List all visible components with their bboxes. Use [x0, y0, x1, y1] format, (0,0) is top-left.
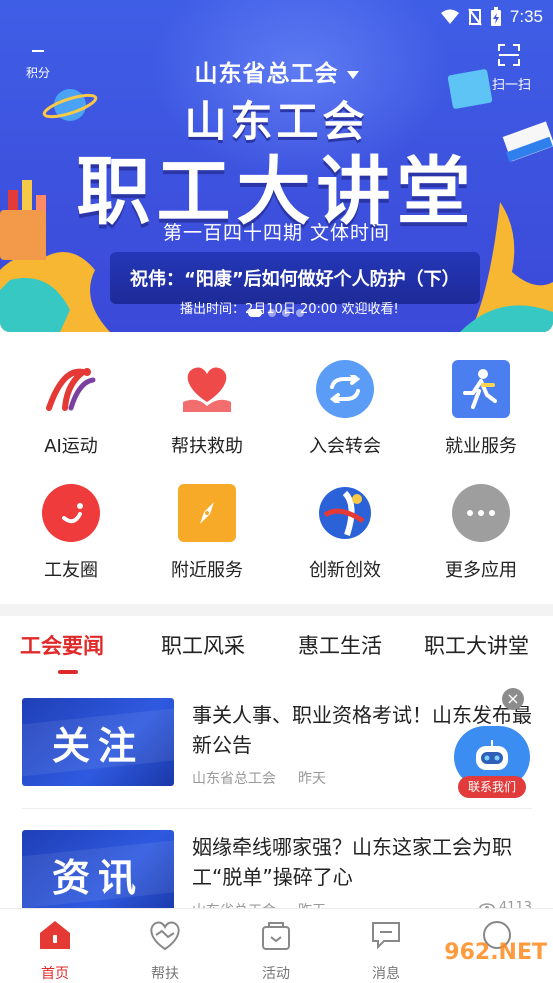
- active-tab-indicator: [58, 670, 78, 674]
- service-ai-sport[interactable]: AI运动: [2, 360, 140, 458]
- news-item[interactable]: 资讯 姻缘牵线哪家强？山东这家工会为职工“脱单”操碎了心 山东省总工会昨天 41…: [22, 830, 532, 920]
- service-nearby[interactable]: 附近服务: [138, 484, 276, 582]
- status-time: 7:35: [509, 7, 543, 26]
- news-thumbnail: 资讯: [22, 830, 174, 918]
- service-label: 创新创效: [309, 560, 381, 581]
- assistant-widget[interactable]: × 联系我们: [454, 688, 530, 810]
- caret-down-icon: [346, 70, 359, 79]
- section-divider: [0, 604, 553, 616]
- service-more[interactable]: 更多应用: [412, 484, 550, 582]
- carousel-dot[interactable]: [296, 309, 304, 317]
- wifi-icon: [440, 9, 459, 24]
- compass-icon: [178, 484, 236, 542]
- organization-name: 山东省总工会: [194, 61, 339, 87]
- tab-lecture-hall[interactable]: 职工大讲堂: [424, 630, 529, 660]
- status-bar: 7:35: [440, 4, 543, 30]
- service-label: 更多应用: [445, 560, 517, 581]
- service-membership[interactable]: 入会转会: [276, 360, 414, 458]
- contact-us-label: 联系我们: [458, 776, 526, 798]
- hero-banner[interactable]: 7:35 积分 扫一扫 山东省总工会 山东工会 职工大讲堂 第一百四十四期 文体…: [0, 0, 553, 332]
- carousel-indicator: [248, 309, 304, 317]
- service-label: 就业服务: [445, 436, 517, 457]
- news-title: 姻缘牵线哪家强？山东这家工会为职工“脱单”操碎了心: [192, 835, 512, 889]
- service-label: 帮扶救助: [171, 436, 243, 457]
- news-source: 山东省总工会: [192, 771, 276, 787]
- carousel-dot[interactable]: [248, 309, 262, 317]
- points-icon: [32, 50, 44, 52]
- nav-label: 活动: [262, 966, 290, 982]
- nav-label: 首页: [41, 966, 69, 982]
- carousel-dot[interactable]: [282, 309, 290, 317]
- nav-assistance[interactable]: 帮扶: [110, 917, 220, 983]
- service-label: 附近服务: [171, 560, 243, 581]
- nav-messages[interactable]: 消息: [331, 917, 441, 983]
- nav-home[interactable]: 首页: [0, 917, 110, 983]
- news-time: 昨天: [298, 771, 326, 787]
- activity-bag-icon: [262, 922, 290, 950]
- service-label: 入会转会: [309, 436, 381, 457]
- service-label: AI运动: [44, 436, 98, 457]
- site-watermark: 962.NET: [444, 940, 547, 965]
- tab-worker-style[interactable]: 职工风采: [161, 630, 245, 660]
- service-innovation[interactable]: 创新创效: [276, 484, 414, 582]
- service-assistance[interactable]: 帮扶救助: [138, 360, 276, 458]
- nav-activity[interactable]: 活动: [221, 917, 331, 983]
- thumbnail-text: 关注: [51, 723, 144, 768]
- tab-union-news[interactable]: 工会要闻: [20, 630, 104, 660]
- close-icon[interactable]: ×: [502, 688, 524, 710]
- news-tabs: 工会要闻 职工风采 惠工生活 职工大讲堂: [0, 630, 553, 676]
- banner-headline: 祝伟：“阳康”后如何做好个人防护（下）: [130, 269, 460, 290]
- tab-benefits-life[interactable]: 惠工生活: [298, 630, 382, 660]
- carousel-dot[interactable]: [268, 309, 276, 317]
- news-meta: 山东省总工会 昨天: [192, 768, 326, 788]
- innovation-logo-icon: [316, 484, 374, 542]
- news-thumbnail: 关注: [22, 698, 174, 786]
- running-man-icon: [452, 360, 510, 418]
- more-dots-icon: [452, 484, 510, 542]
- service-label: 工友圈: [44, 560, 98, 581]
- service-workmates[interactable]: 工友圈: [2, 484, 140, 582]
- nav-label: 消息: [372, 966, 400, 982]
- nav-label: 帮扶: [151, 966, 179, 982]
- thumbnail-text: 资讯: [51, 855, 144, 900]
- heart-hand-icon: [178, 360, 236, 418]
- ai-sport-icon: [42, 360, 100, 418]
- banner-issue: 第一百四十四期 文体时间: [162, 222, 391, 244]
- home-icon: [40, 921, 70, 949]
- heart-handshake-icon: [150, 921, 180, 951]
- signal-off-icon: [468, 8, 482, 26]
- organization-selector[interactable]: 山东省总工会: [0, 54, 553, 88]
- chat-bubble-icon: [42, 484, 100, 542]
- battery-charging-icon: [490, 7, 501, 26]
- message-icon: [372, 922, 400, 950]
- service-employment[interactable]: 就业服务: [412, 360, 550, 458]
- transfer-icon: [316, 360, 374, 418]
